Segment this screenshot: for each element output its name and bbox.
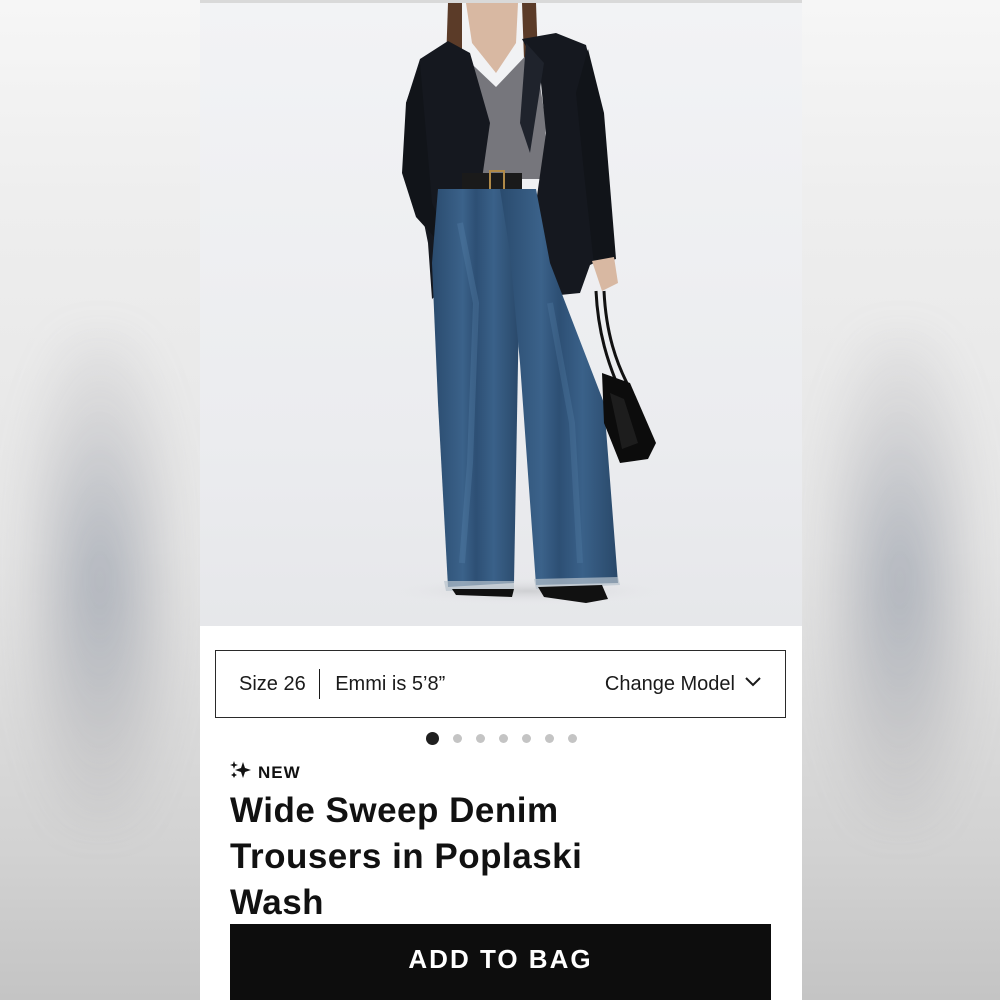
carousel-dot[interactable]	[425, 732, 439, 745]
carousel-dot[interactable]	[475, 734, 485, 743]
new-badge: NEW	[230, 760, 301, 785]
model-photo	[388, 3, 668, 605]
carousel-dot[interactable]	[521, 734, 531, 743]
carousel-pagination	[200, 732, 802, 745]
model-height-label: Emmi is 5’8”	[335, 672, 446, 695]
sparkle-icon	[230, 760, 252, 785]
carousel-dot[interactable]	[498, 734, 508, 743]
model-size-label: Size 26	[239, 672, 306, 695]
carousel-dot[interactable]	[567, 734, 577, 743]
chevron-down-icon	[743, 671, 763, 697]
background-blur-left	[0, 0, 200, 1000]
background-blur-right	[800, 0, 1000, 1000]
new-badge-label: NEW	[258, 762, 301, 782]
change-model-label: Change Model	[604, 672, 735, 695]
model-bar-divider	[318, 669, 321, 699]
product-image[interactable]	[200, 3, 802, 626]
carousel-dot[interactable]	[544, 734, 554, 743]
product-page: Size 26 Emmi is 5’8” Change Model NEW Wi…	[200, 0, 802, 1000]
carousel-dot[interactable]	[452, 734, 462, 743]
add-to-bag-button[interactable]: ADD TO BAG	[230, 924, 771, 1000]
product-title: Wide Sweep Denim Trousers in Poplaski Wa…	[230, 791, 583, 922]
change-model-button[interactable]: Change Model	[605, 671, 763, 697]
model-info-bar: Size 26 Emmi is 5’8” Change Model	[215, 650, 786, 718]
